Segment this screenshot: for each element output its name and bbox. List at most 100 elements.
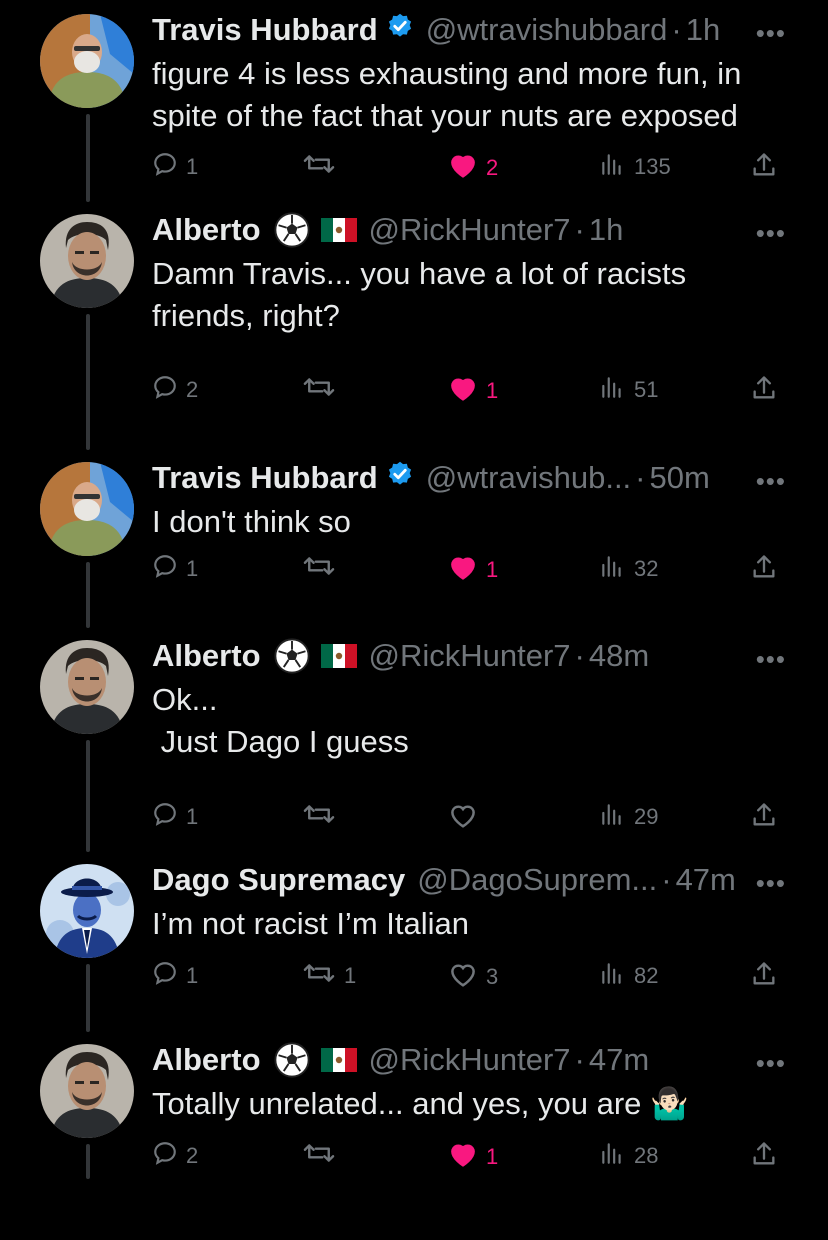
- share-button[interactable]: [750, 801, 778, 835]
- retweet-button[interactable]: [302, 801, 344, 833]
- reply-tweet[interactable]: Alberto @RickHunter7 · 48m ••• Ok... Just Dag…: [0, 636, 828, 836]
- views-button[interactable]: 29: [598, 801, 658, 833]
- separator-dot: ·: [574, 638, 585, 673]
- retweet-button[interactable]: 1: [302, 960, 356, 992]
- timestamp[interactable]: 1h: [589, 212, 623, 248]
- tweet-header: Travis Hubbard @wtravishubbard · 1h: [152, 10, 788, 50]
- reply-count: 1: [186, 804, 199, 829]
- avatar[interactable]: [40, 640, 134, 734]
- timestamp[interactable]: 50m: [650, 460, 710, 496]
- views-button[interactable]: 32: [598, 553, 658, 585]
- reply-tweet[interactable]: Alberto @RickHunter7 · 1h ••• Damn Travis... …: [0, 210, 828, 410]
- like-button[interactable]: 1: [448, 1140, 498, 1174]
- like-icon: [448, 553, 478, 587]
- views-button[interactable]: 28: [598, 1140, 658, 1172]
- views-count: 29: [634, 804, 659, 829]
- author-handle[interactable]: @RickHunter7: [369, 1042, 571, 1078]
- separator-dot: ·: [671, 12, 682, 47]
- tweet-header: Alberto @RickHunter7 · 48m: [152, 636, 788, 676]
- reply-icon: [152, 1140, 178, 1172]
- tweet-text: I don't think so: [152, 504, 351, 539]
- share-button[interactable]: [750, 374, 778, 408]
- author-name[interactable]: Travis Hubbard: [152, 460, 378, 496]
- reply-button[interactable]: 2: [152, 374, 198, 406]
- retweet-icon: [302, 801, 336, 833]
- more-options-icon[interactable]: •••: [756, 644, 786, 675]
- views-button[interactable]: 82: [598, 960, 658, 992]
- soccer-ball-icon: [273, 211, 311, 249]
- tweet-header: Dago Supremacy @DagoSuprem... · 47m: [152, 860, 788, 900]
- share-button[interactable]: [750, 553, 778, 587]
- more-options-icon[interactable]: •••: [756, 18, 786, 49]
- like-icon: [448, 960, 478, 994]
- reply-button[interactable]: 2: [152, 1140, 198, 1172]
- tweet-actions: 1 29: [152, 801, 788, 835]
- retweet-button[interactable]: [302, 1140, 344, 1172]
- author-handle[interactable]: @RickHunter7: [369, 638, 571, 674]
- more-options-icon[interactable]: •••: [756, 1048, 786, 1079]
- tweet-text: Damn Travis... you have a lot of racists…: [152, 256, 687, 333]
- retweet-button[interactable]: [302, 553, 344, 585]
- tweet-header: Travis Hubbard @wtravishub... · 50m: [152, 458, 788, 498]
- reply-tweet[interactable]: Travis Hubbard @wtravishub... · 50m ••• I don…: [0, 458, 828, 658]
- retweet-icon: [302, 1140, 336, 1172]
- author-name[interactable]: Alberto: [152, 1042, 261, 1078]
- more-options-icon[interactable]: •••: [756, 218, 786, 249]
- tweet-text: I’m not racist I’m Italian: [152, 906, 469, 941]
- reply-tweet[interactable]: Alberto @RickHunter7 · 47m ••• Totally unrela…: [0, 1040, 828, 1240]
- timestamp[interactable]: 47m: [676, 862, 736, 898]
- author-name[interactable]: Travis Hubbard: [152, 12, 378, 48]
- views-count: 135: [634, 154, 671, 179]
- separator-dot: ·: [635, 460, 646, 495]
- separator-dot: ·: [661, 862, 672, 897]
- avatar[interactable]: [40, 1044, 134, 1138]
- reply-tweet[interactable]: Travis Hubbard @wtravishubbard · 1h ••• figur…: [0, 10, 828, 210]
- like-count: 1: [486, 1144, 499, 1169]
- like-button[interactable]: 1: [448, 374, 498, 408]
- retweet-button[interactable]: [302, 151, 344, 183]
- views-button[interactable]: 135: [598, 151, 671, 183]
- avatar[interactable]: [40, 214, 134, 308]
- author-name[interactable]: Alberto: [152, 212, 261, 248]
- views-button[interactable]: 51: [598, 374, 658, 406]
- like-button[interactable]: [448, 801, 486, 835]
- reply-tweet[interactable]: Dago Supremacy @DagoSuprem... · 47m ••• I’m n…: [0, 860, 828, 1060]
- reply-button[interactable]: 1: [152, 553, 198, 585]
- tweet-actions: 1 1 3 82: [152, 960, 788, 994]
- author-handle[interactable]: @wtravishub...: [426, 460, 631, 496]
- views-icon: [598, 553, 626, 585]
- reply-button[interactable]: 1: [152, 801, 198, 833]
- more-options-icon[interactable]: •••: [756, 466, 786, 497]
- share-button[interactable]: [750, 960, 778, 994]
- like-count: 2: [486, 155, 499, 180]
- share-button[interactable]: [750, 1140, 778, 1174]
- avatar[interactable]: [40, 462, 134, 556]
- timestamp[interactable]: 48m: [589, 638, 649, 674]
- retweet-count: 1: [344, 963, 357, 988]
- avatar[interactable]: [40, 864, 134, 958]
- share-button[interactable]: [750, 151, 778, 185]
- author-handle[interactable]: @wtravishubbard: [426, 12, 668, 48]
- like-button[interactable]: 2: [448, 151, 498, 185]
- reply-button[interactable]: 1: [152, 151, 198, 183]
- reply-count: 2: [186, 1143, 199, 1168]
- author-name[interactable]: Alberto: [152, 638, 261, 674]
- separator-dot: ·: [574, 212, 585, 247]
- author-handle[interactable]: @RickHunter7: [369, 212, 571, 248]
- soccer-ball-icon: [273, 637, 311, 675]
- tweet-text: Totally unrelated... and yes, you are 🤷🏻…: [152, 1086, 689, 1121]
- timestamp[interactable]: 1h: [686, 12, 720, 48]
- like-button[interactable]: 3: [448, 960, 498, 994]
- share-icon: [750, 801, 778, 835]
- retweet-icon: [302, 960, 336, 992]
- avatar[interactable]: [40, 14, 134, 108]
- reply-icon: [152, 801, 178, 833]
- reply-button[interactable]: 1: [152, 960, 198, 992]
- more-options-icon[interactable]: •••: [756, 868, 786, 899]
- author-name[interactable]: Dago Supremacy: [152, 862, 405, 898]
- verified-badge-icon: [386, 460, 414, 496]
- timestamp[interactable]: 47m: [589, 1042, 649, 1078]
- like-button[interactable]: 1: [448, 553, 498, 587]
- author-handle[interactable]: @DagoSuprem...: [417, 862, 657, 898]
- retweet-button[interactable]: [302, 374, 344, 406]
